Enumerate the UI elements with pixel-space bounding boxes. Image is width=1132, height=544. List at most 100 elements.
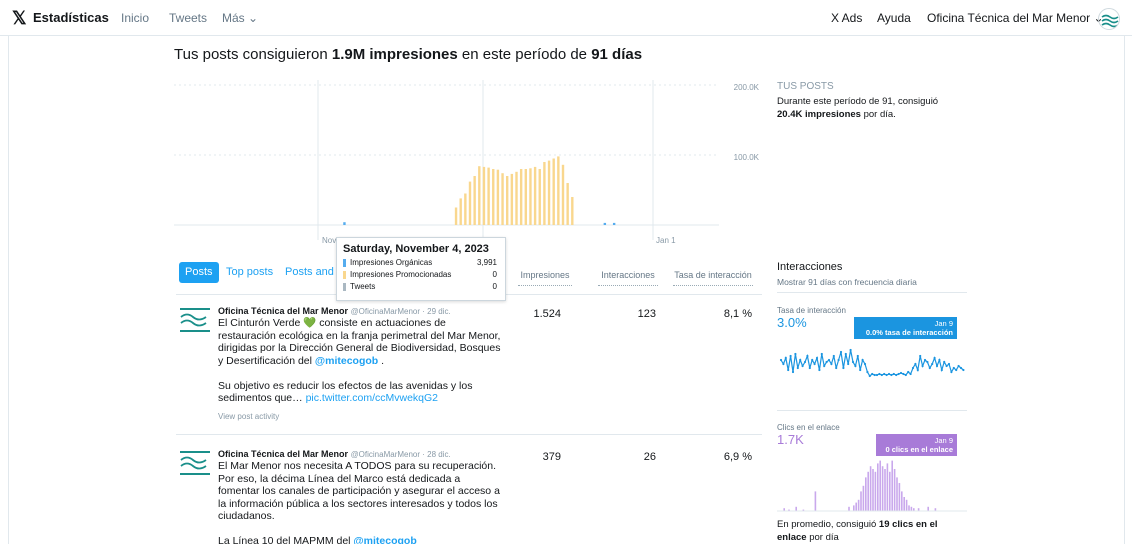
rate-point <box>911 366 915 370</box>
clicks-bar <box>853 505 855 511</box>
bar-promoted <box>510 173 514 225</box>
link-clicks-bars[interactable] <box>777 455 967 513</box>
rate-point <box>955 368 958 372</box>
rate-point <box>880 373 883 377</box>
clicks-bar <box>889 471 891 511</box>
rate-point <box>931 362 934 366</box>
rate-point <box>820 352 823 356</box>
brand-title[interactable]: Estadísticas <box>33 10 109 25</box>
tab-posts-and-replies[interactable]: Posts and r <box>285 266 341 278</box>
post-author[interactable]: Oficina Técnica del Mar Menor @OficinaMa… <box>218 449 451 459</box>
divider <box>176 434 762 435</box>
avatar[interactable] <box>1098 8 1120 30</box>
bar-promoted <box>515 171 518 225</box>
clicks-bar <box>881 466 884 511</box>
bar-promoted <box>566 183 569 225</box>
rate-point <box>959 366 963 370</box>
clicks-bar <box>814 491 817 511</box>
rate-point <box>904 373 907 377</box>
rate-point <box>921 364 924 368</box>
rate-point <box>835 366 838 370</box>
clicks-average-text: En promedio, consiguió 19 clics en el en… <box>777 519 938 543</box>
rate-point <box>830 362 833 366</box>
post-avatar[interactable] <box>178 449 212 477</box>
clicks-bar <box>893 469 896 511</box>
engagement-rate-sparkline[interactable] <box>777 338 967 398</box>
impressions-chart[interactable]: 200.0K 100.0K Nov Jan 1 <box>174 80 764 250</box>
clicks-bar <box>891 460 893 511</box>
x-logo-icon[interactable]: 𝕏 <box>12 8 27 29</box>
tab-posts[interactable]: Posts <box>179 262 219 283</box>
rate-point <box>801 364 804 368</box>
clicks-bar <box>896 477 898 511</box>
tooltip-row-organic: Impresiones Orgánicas 3,991 <box>343 258 499 270</box>
tooltip-row-promoted: Impresiones Promocionadas 0 <box>343 270 499 282</box>
clicks-bar <box>867 471 869 511</box>
clicks-bar <box>879 460 881 511</box>
post-author[interactable]: Oficina Técnica del Mar Menor @OficinaMa… <box>218 306 451 316</box>
post-engagement-rate: 6,9 % <box>723 451 752 463</box>
clicks-bar <box>869 466 872 511</box>
bar-promoted <box>501 173 504 225</box>
rate-point <box>784 356 787 360</box>
clicks-bar <box>886 463 889 511</box>
bar-promoted <box>487 167 490 225</box>
page-headline: Tus posts consiguieron 1.9M impresiones … <box>174 46 643 63</box>
clicks-bar <box>872 469 874 511</box>
rate-point <box>878 372 881 376</box>
column-impressions[interactable]: Impresiones <box>518 270 572 286</box>
post-row: Oficina Técnica del Mar Menor @OficinaMa… <box>176 306 762 426</box>
post-text: El Mar Menor nos necesita A TODOS para s… <box>218 460 503 544</box>
tooltip-date: Saturday, November 4, 2023 <box>343 243 489 255</box>
clicks-bar <box>903 497 905 511</box>
rate-point <box>837 358 840 362</box>
bar-organic <box>343 222 346 225</box>
tab-top-posts[interactable]: Top posts <box>226 266 273 278</box>
bar-organic <box>603 222 607 225</box>
post-avatar[interactable] <box>178 306 212 334</box>
rate-point <box>827 358 831 362</box>
mention-link[interactable]: @mitecogob <box>315 355 378 367</box>
column-interactions[interactable]: Interacciones <box>598 270 658 286</box>
rate-point <box>799 358 802 362</box>
account-menu[interactable]: Oficina Técnica del Mar Menor ⌄ <box>927 11 1104 25</box>
post-impressions: 1.524 <box>533 308 561 320</box>
clicks-bar <box>877 463 879 511</box>
rate-point <box>818 368 821 372</box>
bar-promoted <box>496 169 500 225</box>
nav-mas[interactable]: Más ⌄ <box>222 11 258 25</box>
nav-inicio[interactable]: Inicio <box>121 11 149 25</box>
bar-promoted <box>561 164 565 225</box>
view-post-activity-link[interactable]: View post activity <box>218 412 279 421</box>
rate-point <box>895 373 898 377</box>
clicks-bar <box>908 505 910 511</box>
interactions-subtitle: Mostrar 91 días con frecuencia diaria <box>777 277 917 287</box>
post-interactions: 26 <box>643 451 656 463</box>
clicks-bar <box>860 491 862 511</box>
bar-promoted <box>547 160 551 225</box>
nav-x-ads[interactable]: X Ads <box>831 11 862 25</box>
rate-point <box>928 366 931 370</box>
rate-point <box>914 362 917 366</box>
post-impressions: 379 <box>542 451 561 463</box>
nav-tweets[interactable]: Tweets <box>169 11 207 25</box>
rate-point <box>813 362 816 366</box>
link-clicks-value: 1.7K <box>777 432 804 447</box>
clicks-bar <box>901 491 903 511</box>
rate-point <box>947 362 951 366</box>
x-tick-label: Jan 1 <box>656 236 676 245</box>
rate-point <box>839 350 843 354</box>
clicks-bar <box>848 506 850 511</box>
bar-promoted <box>543 162 546 225</box>
column-engagement-rate[interactable]: Tasa de interacción <box>673 270 753 286</box>
post-interactions: 123 <box>637 308 656 320</box>
clicks-bar <box>857 499 860 511</box>
bar-promoted <box>482 166 486 225</box>
rate-point <box>952 366 955 370</box>
rate-point <box>806 354 809 358</box>
post-media-link[interactable]: pic.twitter.com/ccMvwekqG2 <box>306 392 438 404</box>
rate-point <box>938 358 941 362</box>
mention-link[interactable]: @mitecogob <box>353 535 416 544</box>
post-text: El Cinturón Verde 💚 consiste en actuacio… <box>218 317 501 404</box>
nav-ayuda[interactable]: Ayuda <box>877 11 911 25</box>
